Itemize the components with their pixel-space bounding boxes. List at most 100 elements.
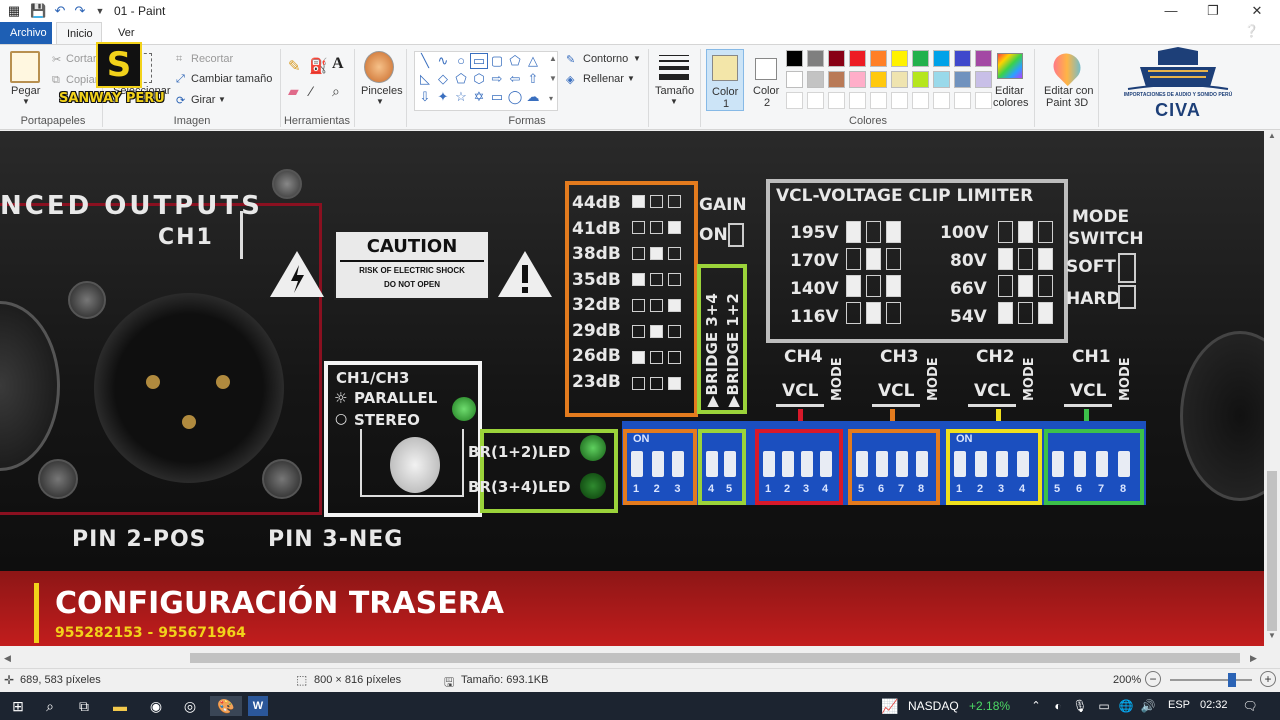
scroll-down-icon[interactable]: ▼ <box>1268 631 1276 640</box>
zoom-slider-thumb[interactable] <box>1227 673 1236 687</box>
curve-shape-icon[interactable]: ∿ <box>435 54 451 68</box>
palette-color-swatch[interactable] <box>828 71 845 88</box>
diamond-shape-icon[interactable]: ◇ <box>435 72 451 86</box>
scroll-right-icon[interactable]: ▶ <box>1250 653 1257 664</box>
search-icon[interactable]: ⌕ <box>40 696 60 716</box>
ticker-change[interactable]: +2.18% <box>969 699 1010 713</box>
zoom-in-button[interactable]: + <box>1260 671 1276 687</box>
minimize-button[interactable]: — <box>1148 0 1194 22</box>
zoom-slider[interactable] <box>1170 673 1252 687</box>
oval-shape-icon[interactable]: ○ <box>453 54 469 68</box>
cut-button[interactable]: Cortar <box>66 53 97 65</box>
paint3d-line2[interactable]: Paint 3D <box>1046 97 1088 109</box>
volume-icon[interactable]: 🔊 <box>1138 696 1158 716</box>
tab-ver[interactable]: Ver <box>108 22 148 44</box>
callout-oval-shape-icon[interactable]: ◯ <box>507 90 523 104</box>
edit-colors-line2[interactable]: colores <box>993 97 1028 109</box>
palette-color-swatch[interactable] <box>933 50 950 67</box>
palette-custom-swatch[interactable] <box>786 92 803 109</box>
close-button[interactable]: ✕ <box>1234 0 1280 22</box>
battery-icon[interactable]: ▭ <box>1094 696 1114 716</box>
palette-color-swatch[interactable] <box>975 50 992 67</box>
palette-color-swatch[interactable] <box>933 71 950 88</box>
palette-custom-swatch[interactable] <box>975 92 992 109</box>
copy-button[interactable]: Copiar <box>66 74 98 86</box>
star5-shape-icon[interactable]: ☆ <box>453 90 469 104</box>
fill-icon[interactable]: ⛽ <box>309 57 328 75</box>
shapes-scroll-up-icon[interactable]: ▲ <box>549 54 557 63</box>
shapes-scroll-down-icon[interactable]: ▼ <box>549 74 557 83</box>
palette-color-swatch[interactable] <box>954 71 971 88</box>
palette-color-swatch[interactable] <box>891 71 908 88</box>
paste-dropdown-icon[interactable]: ▼ <box>22 97 30 106</box>
scroll-up-icon[interactable]: ▲ <box>1268 131 1276 140</box>
palette-custom-swatch[interactable] <box>807 92 824 109</box>
outline-button[interactable]: Contorno <box>583 53 628 65</box>
vertical-scrollbar[interactable]: ▲ ▼ <box>1264 131 1280 646</box>
zoom-out-button[interactable]: − <box>1145 671 1161 687</box>
palette-color-swatch[interactable] <box>870 71 887 88</box>
save-icon[interactable]: 💾 <box>30 3 46 19</box>
tab-archivo[interactable]: Archivo <box>0 22 52 44</box>
paint-taskbar-icon[interactable]: 🎨 <box>210 696 242 716</box>
palette-color-swatch[interactable] <box>912 50 929 67</box>
maximize-button[interactable]: ❐ <box>1190 0 1236 22</box>
palette-color-swatch[interactable] <box>807 71 824 88</box>
palette-custom-swatch[interactable] <box>891 92 908 109</box>
chrome-icon[interactable]: ◉ <box>146 696 166 716</box>
crop-button[interactable]: Recortar <box>191 53 233 65</box>
size-dropdown-icon[interactable]: ▼ <box>670 97 678 106</box>
arrow-right-shape-icon[interactable]: ⇨ <box>489 72 505 86</box>
paste-icon[interactable] <box>10 51 40 83</box>
shapes-expand-icon[interactable]: ▾ <box>549 94 553 103</box>
scroll-left-icon[interactable]: ◀ <box>4 653 11 664</box>
arrow-up-shape-icon[interactable]: ⇧ <box>525 72 541 86</box>
obs-icon[interactable]: ◎ <box>180 696 200 716</box>
tray-chevron-icon[interactable]: ⌃ <box>1026 696 1046 716</box>
rotate-dropdown-icon[interactable]: ▼ <box>218 95 226 104</box>
rounded-rectangle-shape-icon[interactable]: ▢ <box>489 54 505 68</box>
arrow-down-shape-icon[interactable]: ⇩ <box>417 90 433 104</box>
palette-custom-swatch[interactable] <box>912 92 929 109</box>
paint3d-line1[interactable]: Editar con <box>1044 85 1094 97</box>
hexagon-shape-icon[interactable]: ⬡ <box>471 72 487 86</box>
edit-colors-icon[interactable] <box>997 53 1023 79</box>
color2-button[interactable]: Color 2 <box>748 49 786 111</box>
rotate-button[interactable]: Girar <box>191 94 215 106</box>
help-icon[interactable]: ❔ <box>1244 24 1259 38</box>
language-indicator[interactable]: ESP <box>1168 699 1190 711</box>
magnifier-icon[interactable]: ⌕ <box>332 83 340 100</box>
triangle-shape-icon[interactable]: △ <box>525 54 541 68</box>
notifications-icon[interactable]: 🗨 <box>1240 696 1260 716</box>
pentagon-shape-icon[interactable]: ⬠ <box>453 72 469 86</box>
palette-custom-swatch[interactable] <box>828 92 845 109</box>
redo-icon[interactable]: ↷ <box>72 3 88 19</box>
rectangle-shape-icon[interactable]: ▭ <box>470 53 488 69</box>
word-icon[interactable]: W <box>248 696 268 716</box>
right-triangle-shape-icon[interactable]: ◺ <box>417 72 433 86</box>
edit-colors-line1[interactable]: Editar <box>995 85 1024 97</box>
size-icon[interactable] <box>659 55 689 80</box>
horizontal-scroll-thumb[interactable] <box>190 653 1240 663</box>
color-picker-icon[interactable]: ⁄ <box>310 83 312 99</box>
palette-custom-swatch[interactable] <box>933 92 950 109</box>
palette-color-swatch[interactable] <box>975 71 992 88</box>
palette-custom-swatch[interactable] <box>870 92 887 109</box>
palette-color-swatch[interactable] <box>849 71 866 88</box>
outline-dropdown-icon[interactable]: ▼ <box>633 54 641 63</box>
callout-cloud-shape-icon[interactable]: ☁ <box>525 90 541 104</box>
palette-custom-swatch[interactable] <box>954 92 971 109</box>
palette-color-swatch[interactable] <box>954 50 971 67</box>
palette-custom-swatch[interactable] <box>849 92 866 109</box>
webcam-icon[interactable]: ◐ <box>1048 696 1068 716</box>
task-view-icon[interactable]: ⧉ <box>74 696 94 716</box>
windows-start-icon[interactable]: ⊞ <box>8 696 28 716</box>
eraser-icon[interactable]: ▰ <box>288 83 299 100</box>
text-icon[interactable]: A <box>332 55 344 73</box>
resize-button[interactable]: Cambiar tamaño <box>191 73 272 85</box>
palette-color-swatch[interactable] <box>807 50 824 67</box>
palette-color-swatch[interactable] <box>891 50 908 67</box>
horizontal-scrollbar[interactable]: ◀ ▶ <box>0 648 1264 668</box>
star4-shape-icon[interactable]: ✦ <box>435 90 451 104</box>
brushes-button[interactable]: Pinceles <box>361 85 403 97</box>
